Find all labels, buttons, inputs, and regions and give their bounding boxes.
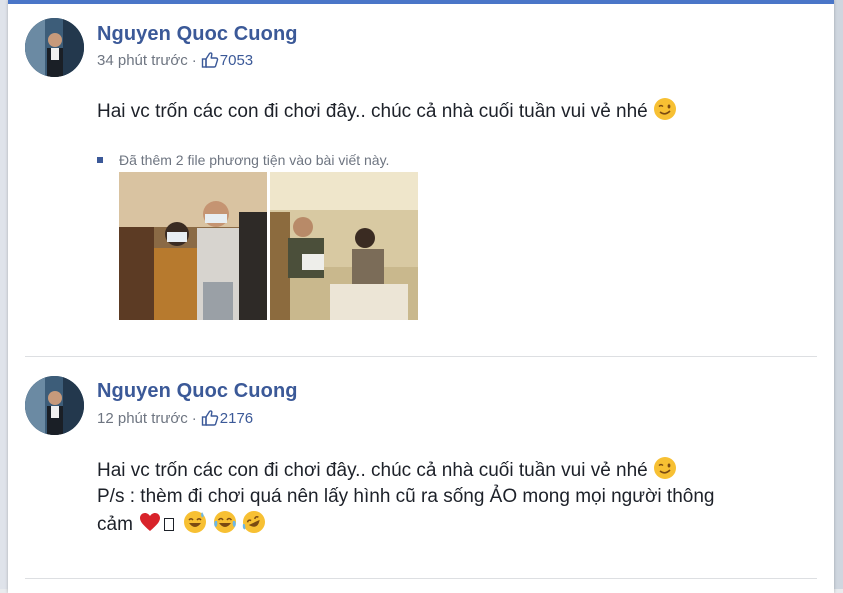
photo-2[interactable] bbox=[270, 172, 418, 320]
post-meta: 12 phút trước · 2176 bbox=[97, 409, 253, 427]
post-divider bbox=[25, 578, 817, 579]
post-text-line: P/s : thèm đi chơi quá nên lấy hình cũ r… bbox=[97, 486, 715, 507]
tears-of-joy-emoji-icon bbox=[213, 510, 237, 542]
post-text-line-3: cảm bbox=[97, 510, 266, 542]
post-time[interactable]: 34 phút trước bbox=[97, 52, 188, 69]
post-text-line: Hai vc trốn các con đi chơi đây.. chúc c… bbox=[97, 101, 648, 122]
like-count[interactable]: 7053 bbox=[220, 52, 253, 69]
added-media-note: Đã thêm 2 file phương tiện vào bài viết … bbox=[97, 152, 389, 168]
sweat-smile-emoji-icon bbox=[183, 510, 207, 542]
thumbs-up-icon[interactable] bbox=[201, 51, 219, 69]
post-meta: 34 phút trước · 7053 bbox=[97, 51, 253, 69]
red-heart-emoji-icon bbox=[138, 510, 162, 542]
post-time[interactable]: 12 phút trước bbox=[97, 410, 188, 427]
missing-glyph-box bbox=[164, 518, 175, 531]
bullet-icon bbox=[97, 157, 103, 163]
author-name[interactable]: Nguyen Quoc Cuong bbox=[97, 380, 298, 403]
separator: · bbox=[191, 51, 197, 69]
separator: · bbox=[191, 409, 197, 427]
post-text-line: Hai vc trốn các con đi chơi đây.. chúc c… bbox=[97, 460, 648, 481]
author-name[interactable]: Nguyen Quoc Cuong bbox=[97, 23, 298, 46]
post-divider bbox=[25, 356, 817, 357]
avatar[interactable] bbox=[25, 376, 84, 435]
feed-panel: Nguyen Quoc Cuong 34 phút trước · 7053 H… bbox=[8, 0, 834, 593]
rolling-laughing-emoji-icon bbox=[242, 510, 266, 542]
post-text-line: cảm bbox=[97, 514, 133, 535]
wink-emoji-icon bbox=[653, 97, 677, 129]
thumbs-up-icon[interactable] bbox=[201, 409, 219, 427]
added-media-text: Đã thêm 2 file phương tiện vào bài viết … bbox=[119, 152, 390, 168]
like-count[interactable]: 2176 bbox=[220, 410, 253, 427]
post-text: Hai vc trốn các con đi chơi đây.. chúc c… bbox=[97, 97, 677, 129]
photo-1[interactable] bbox=[119, 172, 267, 320]
post-text-line-2: P/s : thèm đi chơi quá nên lấy hình cũ r… bbox=[97, 483, 714, 510]
avatar[interactable] bbox=[25, 18, 84, 77]
